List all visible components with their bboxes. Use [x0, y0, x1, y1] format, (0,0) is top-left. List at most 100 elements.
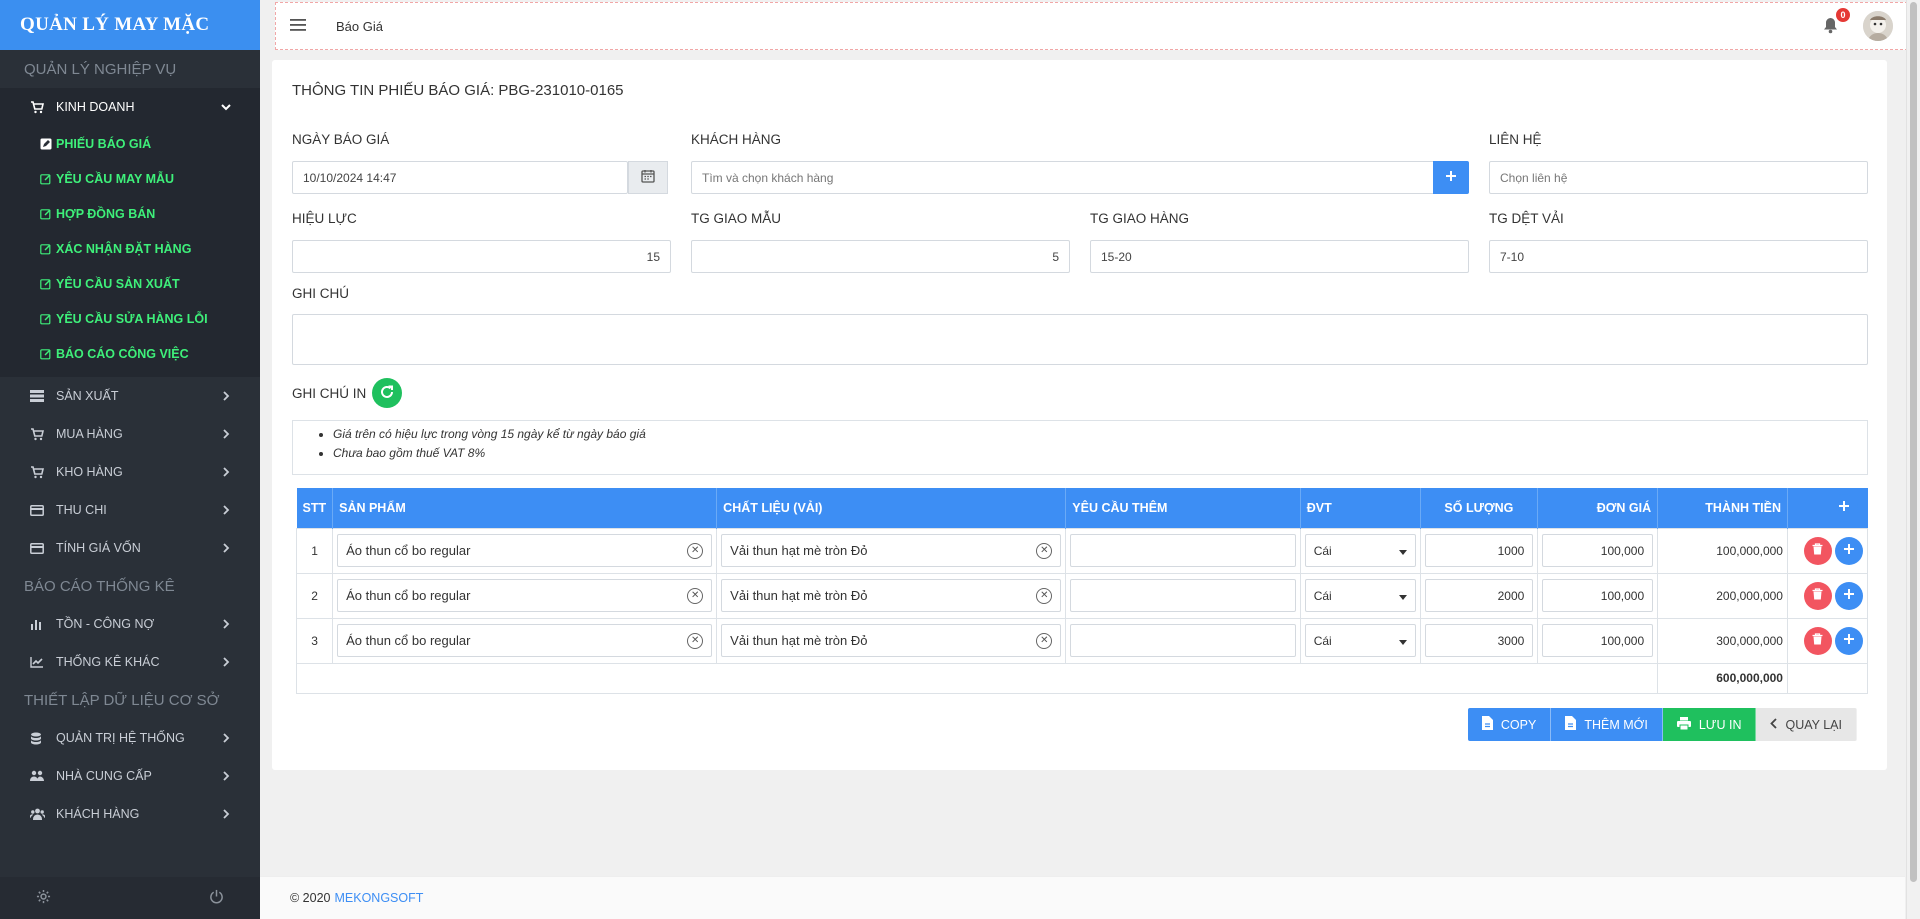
sidebar-item-thong-ke-khac[interactable]: THỐNG KÊ KHÁC — [0, 643, 260, 681]
sub-item-xac-nhan-dat-hang[interactable]: XÁC NHẬN ĐẶT HÀNG — [0, 231, 260, 266]
ghi-chu-textarea[interactable] — [292, 314, 1868, 365]
add-customer-button[interactable] — [1433, 161, 1469, 194]
clear-icon[interactable]: ✕ — [1036, 632, 1053, 649]
clear-icon[interactable]: ✕ — [687, 632, 704, 649]
server-icon — [30, 390, 56, 402]
chevron-right-icon — [220, 429, 232, 439]
tg-det-vai-input[interactable]: 7-10 — [1489, 240, 1868, 273]
sub-item-bao-cao-cong-viec[interactable]: BÁO CÁO CÔNG VIỆC — [0, 336, 260, 371]
refresh-note-button[interactable] — [372, 378, 402, 408]
sidebar-item-ton-cong-no[interactable]: TỒN - CÔNG NỢ — [0, 605, 260, 643]
company-link[interactable]: MEKONGSOFT — [335, 891, 424, 905]
sidebar-item-khach-hang[interactable]: KHÁCH HÀNG — [0, 795, 260, 833]
settings-gear-icon[interactable] — [36, 889, 51, 907]
power-icon[interactable] — [209, 889, 224, 907]
sub-item-phieu-bao-gia[interactable]: PHIẾU BÁO GIÁ — [0, 126, 260, 161]
file-icon — [1565, 716, 1577, 733]
delete-row-button[interactable] — [1803, 581, 1832, 610]
delete-row-button[interactable] — [1803, 536, 1832, 565]
price-input[interactable]: 100,000 — [1542, 534, 1654, 567]
chevron-right-icon — [220, 733, 232, 743]
sub-item-label: YÊU CẦU SỬA HÀNG LỖI — [56, 311, 208, 326]
ngay-bao-gia-input[interactable]: 10/10/2024 14:47 — [292, 161, 628, 194]
material-select[interactable]: Vải thun hạt mè tròn Đỏ ✕ — [721, 579, 1062, 612]
scrollbar-thumb[interactable] — [1910, 2, 1917, 882]
col-yeu-cau-them: YÊU CẦU THÊM — [1065, 488, 1301, 528]
sidebar-footer — [0, 877, 260, 919]
grand-total: 600,000,000 — [1657, 662, 1788, 694]
price-value: 100,000 — [1600, 633, 1645, 648]
extra-request-input[interactable] — [1070, 534, 1296, 567]
price-input[interactable]: 100,000 — [1542, 624, 1654, 657]
add-row-button[interactable] — [1829, 493, 1858, 522]
back-button[interactable]: QUAY LẠI — [1756, 708, 1857, 741]
page-title: THÔNG TIN PHIẾU BÁO GIÁ: PBG-231010-0165 — [292, 82, 624, 99]
calendar-button[interactable] — [628, 161, 668, 194]
khach-hang-select[interactable]: Tìm và chọn khách hàng — [691, 161, 1436, 194]
copyright-text: © 2020 — [290, 891, 331, 905]
product-select[interactable]: Áo thun cổ bo regular ✕ — [337, 624, 713, 657]
add-new-button[interactable]: THÊM MỚI — [1551, 708, 1663, 741]
clear-icon[interactable]: ✕ — [687, 542, 704, 559]
sidebar-item-mua-hang[interactable]: MUA HÀNG — [0, 415, 260, 453]
sidebar-item-kinh-doanh[interactable]: KINH DOANH — [0, 88, 260, 126]
sub-item-hop-dong-ban[interactable]: HỢP ĐỒNG BÁN — [0, 196, 260, 231]
edit-icon — [40, 278, 54, 290]
trash-icon — [1812, 633, 1823, 648]
unit-select[interactable]: Cái — [1304, 624, 1416, 657]
extra-request-input[interactable] — [1070, 624, 1296, 657]
section-header-nghiep-vu: QUẢN LÝ NGHIỆP VỤ — [24, 60, 177, 78]
sidebar-item-quan-tri-he-thong[interactable]: QUẢN TRỊ HỆ THỐNG — [0, 719, 260, 757]
tg-giao-mau-input[interactable]: 5 — [691, 240, 1070, 273]
ghi-chu-label: GHI CHÚ — [292, 286, 349, 301]
clear-icon[interactable]: ✕ — [687, 587, 704, 604]
user-avatar[interactable] — [1863, 11, 1893, 41]
sub-item-yeu-cau-sua-hang-loi[interactable]: YÊU CẦU SỬA HÀNG LỖI — [0, 301, 260, 336]
material-select[interactable]: Vải thun hạt mè tròn Đỏ ✕ — [721, 534, 1062, 567]
sidebar-item-label: NHÀ CUNG CẤP — [56, 769, 152, 783]
sub-item-yeu-cau-may-mau[interactable]: YÊU CẦU MAY MẪU — [0, 161, 260, 196]
insert-row-button[interactable] — [1835, 581, 1863, 610]
material-select[interactable]: Vải thun hạt mè tròn Đỏ ✕ — [721, 624, 1062, 657]
extra-request-input[interactable] — [1070, 579, 1296, 612]
hamburger-menu-icon[interactable] — [290, 18, 310, 34]
clear-icon[interactable]: ✕ — [1036, 542, 1053, 559]
database-icon — [30, 732, 56, 745]
hieu-luc-input[interactable]: 15 — [292, 240, 671, 273]
print-notes[interactable]: Giá trên có hiệu lực trong vòng 15 ngày … — [292, 420, 1868, 475]
print-note-item: Giá trên có hiệu lực trong vòng 15 ngày … — [333, 425, 1867, 444]
price-input[interactable]: 100,000 — [1542, 579, 1654, 612]
sidebar-item-thu-chi[interactable]: THU CHI — [0, 491, 260, 529]
quantity-input[interactable]: 3000 — [1424, 624, 1534, 657]
brand-logo[interactable]: QUẢN LÝ MAY MẶC — [0, 0, 260, 50]
sidebar-item-nha-cung-cap[interactable]: NHÀ CUNG CẤP — [0, 757, 260, 795]
save-print-button[interactable]: LƯU IN — [1662, 708, 1757, 741]
quantity-input[interactable]: 2000 — [1424, 579, 1534, 612]
product-select[interactable]: Áo thun cổ bo regular ✕ — [337, 534, 713, 567]
copy-button[interactable]: COPY — [1467, 708, 1552, 741]
chevron-right-icon — [220, 809, 232, 819]
unit-select[interactable]: Cái — [1304, 579, 1416, 612]
lien-he-select[interactable]: Chọn liên hệ — [1489, 161, 1868, 194]
sub-item-label: YÊU CẦU SẢN XUẤT — [56, 276, 180, 291]
product-select[interactable]: Áo thun cổ bo regular ✕ — [337, 579, 713, 612]
sidebar-item-kho-hang[interactable]: KHO HÀNG — [0, 453, 260, 491]
sidebar-item-tinh-gia-von[interactable]: TÍNH GIÁ VỐN — [0, 529, 260, 567]
row-stt: 3 — [295, 617, 334, 664]
tg-giao-hang-input[interactable]: 15-20 — [1090, 240, 1469, 273]
insert-row-button[interactable] — [1835, 626, 1863, 655]
col-dvt: ĐVT — [1300, 488, 1421, 528]
material-value: Vải thun hạt mè tròn Đỏ — [730, 588, 868, 603]
insert-row-button[interactable] — [1835, 536, 1863, 565]
trash-icon — [1812, 543, 1823, 558]
sub-item-yeu-cau-san-xuat[interactable]: YÊU CẦU SẢN XUẤT — [0, 266, 260, 301]
unit-select[interactable]: Cái — [1304, 534, 1416, 567]
section-header-bao-cao: BÁO CÁO THỐNG KÊ — [24, 577, 175, 595]
page-scrollbar[interactable] — [1906, 0, 1920, 919]
edit-icon — [40, 313, 54, 325]
sidebar-item-san-xuat[interactable]: SẢN XUẤT — [0, 377, 260, 415]
quantity-input[interactable]: 1000 — [1424, 534, 1534, 567]
notification-bell-icon[interactable]: 0 — [1823, 7, 1851, 35]
clear-icon[interactable]: ✕ — [1036, 587, 1053, 604]
delete-row-button[interactable] — [1803, 626, 1832, 655]
